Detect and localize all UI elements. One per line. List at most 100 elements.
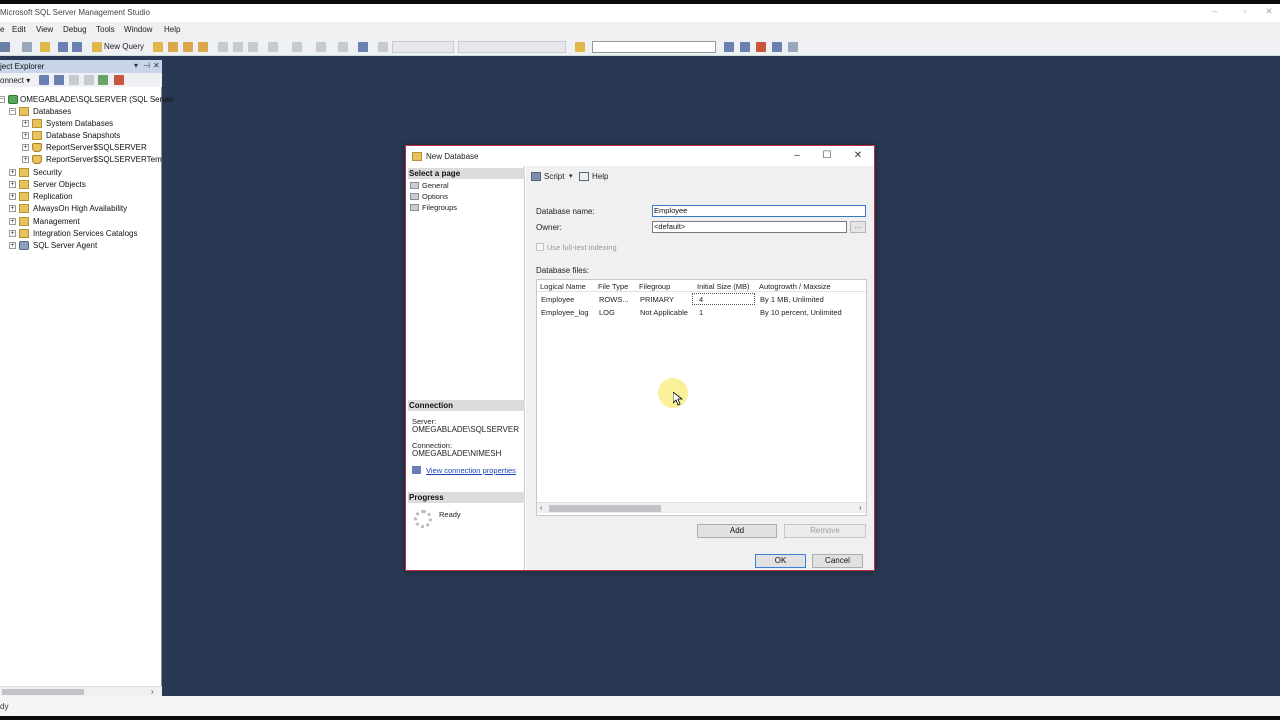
minimize-icon[interactable]: – [1208,6,1222,18]
tree-node-server[interactable]: − OMEGABLADE\SQLSERVER (SQL Server [0,94,173,106]
col-logical-name[interactable]: Logical Name [540,282,586,291]
table-row[interactable]: Employee ROWS... PRIMARY 4 By 1 MB, Unli… [537,293,866,306]
pin-icon[interactable]: ⊣ [143,61,150,70]
tree-node-reportserver-tempdb[interactable]: + ReportServer$SQLSERVERTempD [22,154,162,166]
fulltext-checkbox[interactable]: Use full-text indexing [536,243,617,252]
new-query-icon[interactable] [92,42,102,52]
menu-view[interactable]: View [36,25,53,34]
disconnect-icon[interactable] [54,75,64,85]
solution-config-combo[interactable] [458,41,566,53]
add-button[interactable]: Add [697,524,777,538]
maximize-icon[interactable]: ▫ [1238,6,1252,18]
scroll-left-icon[interactable]: ‹ [540,503,543,512]
scroll-right-icon[interactable]: › [151,687,154,696]
activity-monitor-icon[interactable] [114,75,124,85]
cell-autogrowth[interactable]: By 10 percent, Unlimited [760,308,842,317]
col-initial-size[interactable]: Initial Size (MB) [697,282,750,291]
expand-icon[interactable]: + [9,169,16,176]
expand-icon[interactable]: + [22,156,29,163]
undo-icon[interactable] [268,42,278,52]
tree-node-database-snapshots[interactable]: + Database Snapshots [22,130,162,142]
object-explorer-icon[interactable] [740,42,750,52]
ok-button[interactable]: OK [755,554,806,568]
debug-icon[interactable] [358,42,368,52]
tree-node-server-objects[interactable]: + Server Objects [9,179,162,191]
connect-icon[interactable] [39,75,49,85]
cell-file-type[interactable]: ROWS... [599,295,629,304]
cell-filegroup[interactable]: PRIMARY [640,295,674,304]
tree-node-replication[interactable]: + Replication [9,191,162,203]
connect-button[interactable]: onnect ▾ [0,76,30,85]
toolbox-icon[interactable] [756,42,766,52]
expand-icon[interactable]: + [22,132,29,139]
properties-icon[interactable] [724,42,734,52]
tree-node-sql-server-agent[interactable]: + SQL Server Agent [9,240,162,252]
find-icon[interactable] [575,42,585,52]
menu-help[interactable]: Help [164,25,180,34]
cell-autogrowth[interactable]: By 1 MB, Unlimited [760,295,824,304]
view-connection-properties-link[interactable]: View connection properties [412,466,516,475]
link-text[interactable]: View connection properties [426,466,516,475]
redo-icon[interactable] [292,42,302,52]
close-icon[interactable]: ✕ [153,61,160,70]
page-filegroups[interactable]: Filegroups [410,203,457,213]
col-autogrowth[interactable]: Autogrowth / Maxsize [759,282,831,291]
cell-initial-size[interactable]: 4 [699,295,703,304]
new-query-button[interactable]: New Query [104,42,144,51]
back-icon[interactable] [0,42,10,52]
cell-filegroup[interactable]: Not Applicable [640,308,688,317]
find-combo[interactable] [592,41,716,53]
save-all-icon[interactable] [72,42,82,52]
cell-logical-name[interactable]: Employee [541,295,574,304]
xmla-query-icon[interactable] [198,42,208,52]
cell-file-type[interactable]: LOG [599,308,615,317]
page-general[interactable]: General [410,181,449,191]
maximize-icon[interactable]: ☐ [819,149,835,163]
expand-icon[interactable]: + [9,218,16,225]
expand-icon[interactable]: + [9,230,16,237]
cell-initial-size[interactable]: 1 [699,308,703,317]
owner-browse-button[interactable]: ... [850,221,866,233]
analysis-query-icon[interactable] [168,42,178,52]
cut-icon[interactable] [218,42,228,52]
tree-node-integration-services[interactable]: + Integration Services Catalogs [9,228,162,240]
layout-icon[interactable] [338,42,348,52]
collapse-icon[interactable]: − [0,96,5,103]
expand-icon[interactable]: + [22,120,29,127]
menu-debug[interactable]: Debug [63,25,87,34]
tree-node-system-databases[interactable]: + System Databases [22,118,162,130]
execute-icon[interactable] [378,42,388,52]
remove-button[interactable]: Remove [784,524,866,538]
expand-icon[interactable]: + [9,181,16,188]
registered-servers-icon[interactable] [772,42,782,52]
close-icon[interactable]: ✕ [850,149,866,163]
collapse-icon[interactable]: − [9,108,16,115]
new-project-icon[interactable] [22,42,32,52]
expand-icon[interactable]: + [22,144,29,151]
expand-icon[interactable]: + [9,205,16,212]
tree-node-management[interactable]: + Management [9,216,162,228]
col-file-type[interactable]: File Type [598,282,628,291]
stop-icon[interactable] [69,75,79,85]
expand-icon[interactable]: + [9,242,16,249]
cell-logical-name[interactable]: Employee_log [541,308,589,317]
object-explorer-hscrollbar[interactable]: › [0,686,162,696]
copy-icon[interactable] [233,42,243,52]
database-combo[interactable] [392,41,454,53]
scroll-right-icon[interactable]: › [859,503,862,512]
tree-node-databases[interactable]: − Databases [9,106,162,118]
table-row[interactable]: Employee_log LOG Not Applicable 1 By 10 … [537,306,866,319]
owner-input[interactable]: <default> [652,221,847,233]
script-dropdown-icon[interactable]: ▾ [569,172,573,180]
menu-edit[interactable]: Edit [12,25,26,34]
navigate-icon[interactable] [316,42,326,52]
col-filegroup[interactable]: Filegroup [639,282,670,291]
filter-icon[interactable] [84,75,94,85]
dropdown-icon[interactable]: ▾ [134,61,138,70]
help-button[interactable]: Help [579,172,608,181]
cancel-button[interactable]: Cancel [812,554,863,568]
menu-window[interactable]: Window [124,25,152,34]
close-icon[interactable]: ✕ [1262,6,1276,18]
script-button[interactable]: Script [531,172,564,181]
grid-hscrollbar[interactable]: ‹ › [537,502,866,513]
